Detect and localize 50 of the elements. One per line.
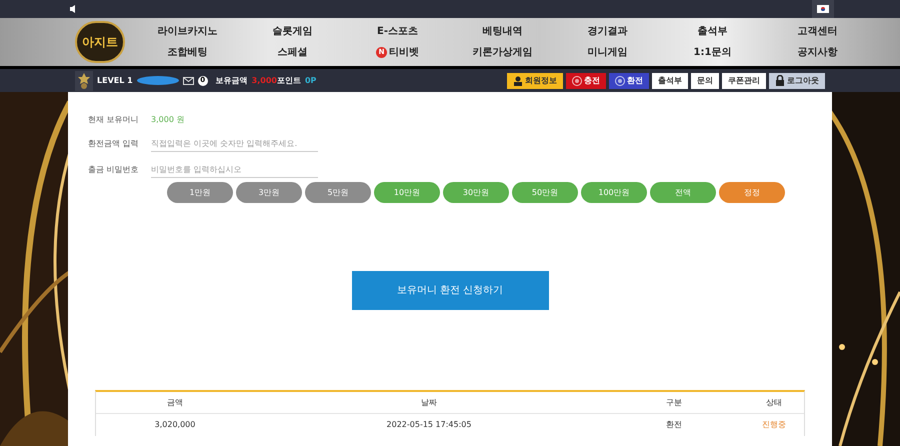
account-button[interactable]: 쿠폰관리 xyxy=(722,72,766,88)
field-label: 현재 보유머니 xyxy=(88,114,140,126)
points-label: 포인트 xyxy=(276,74,301,86)
nav-link[interactable]: 키론가상게임 xyxy=(450,45,555,60)
redaction-mark xyxy=(136,76,179,85)
nav-link[interactable]: 미니게임 xyxy=(555,45,660,60)
account-button[interactable]: 출석부 xyxy=(652,72,688,88)
column-header: 상태 xyxy=(765,396,783,408)
person-icon xyxy=(513,76,523,86)
nav-link[interactable]: 출석부 xyxy=(660,24,765,39)
flag-icon[interactable] xyxy=(812,0,834,18)
coin-icon xyxy=(572,76,582,86)
logo[interactable]: 아지트 xyxy=(75,21,125,63)
account-button[interactable]: 문의 xyxy=(691,72,719,88)
field-label: 환전금액 입력 xyxy=(88,138,140,150)
level-label: LEVEL 1 xyxy=(97,74,133,86)
points-value: 0P xyxy=(304,74,316,86)
speaker-icon[interactable] xyxy=(70,5,78,13)
nav-link[interactable]: 베팅내역 xyxy=(450,24,555,39)
field-label: 출금 비밀번호 xyxy=(88,164,140,176)
table-cell-text: 3,020,000 xyxy=(154,419,196,431)
lock-icon xyxy=(775,75,785,86)
nav-link[interactable]: 조합베팅 xyxy=(135,45,240,60)
status-text: 진행중 xyxy=(761,419,787,431)
account-button[interactable]: 충전 xyxy=(566,72,606,88)
medal-icon xyxy=(75,70,93,90)
password-field[interactable]: 비밀번호를 입력하십시오 xyxy=(151,162,318,178)
coin-icon xyxy=(615,76,625,86)
submit-button[interactable]: 보유머니 환전 신청하기 xyxy=(352,271,548,310)
account-button[interactable]: 로그아웃 xyxy=(769,72,825,88)
amount-field[interactable]: 직접입력은 이곳에 숫자만 입력해주세요. xyxy=(151,136,318,152)
nav-link[interactable]: 라이브카지노 xyxy=(135,24,240,39)
nav-link[interactable]: 경기결과 xyxy=(555,24,660,39)
balance-amount: 3,000 원 xyxy=(151,114,184,126)
nav-link[interactable]: 고객센터 xyxy=(765,24,870,39)
column-header: 구분 xyxy=(665,396,683,408)
mail-icon[interactable] xyxy=(182,76,194,84)
balance-label: 보유금액 xyxy=(216,74,248,86)
account-button[interactable]: 회원정보 xyxy=(507,72,563,88)
nav-link[interactable]: 슬롯게임 xyxy=(240,24,345,39)
nav-link[interactable]: E-스포츠 xyxy=(345,24,450,39)
nav-link[interactable]: 공지사항 xyxy=(765,45,870,60)
nav-link[interactable]: 1:1문의 xyxy=(660,45,765,60)
column-header: 날짜 xyxy=(420,396,438,408)
column-header: 금액 xyxy=(166,396,184,408)
table-cell-text: 2022-05-15 17:45:05 xyxy=(386,419,472,431)
table-cell-text: 환전 xyxy=(665,419,683,431)
account-button[interactable]: 환전 xyxy=(609,72,649,88)
balance-value: 3,000 xyxy=(252,74,277,86)
nav-link[interactable]: 스페셜 xyxy=(240,45,345,60)
